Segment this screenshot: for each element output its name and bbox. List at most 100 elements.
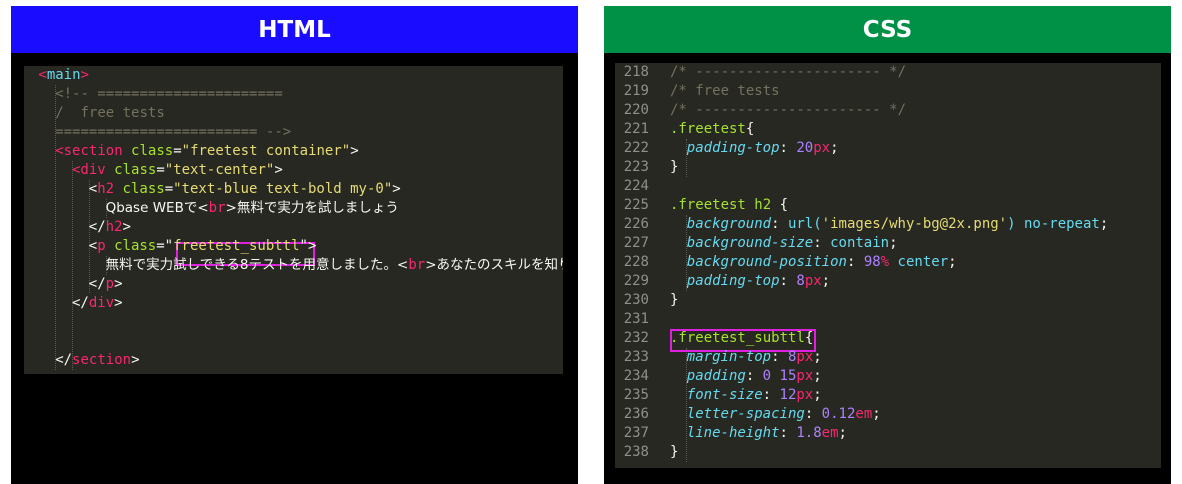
code-line: /* free tests <box>670 82 780 101</box>
code-token: "> <box>299 238 317 254</box>
code-token: ; <box>830 140 839 156</box>
code-token: </ <box>88 219 106 235</box>
code-token: = <box>164 181 174 197</box>
code-token: br <box>208 200 226 216</box>
code-token: =" <box>156 238 174 254</box>
code-token: 20 <box>796 140 814 156</box>
code-token: main <box>46 67 81 83</box>
code-token: em <box>855 406 873 422</box>
code-token: "freetest container" <box>181 143 351 159</box>
code-token: font-size <box>686 387 763 403</box>
line-number: 224 <box>623 178 649 194</box>
code-token: ; <box>813 349 822 365</box>
code-token: /* ---------------------- */ <box>670 64 907 80</box>
css-panel-header: CSS <box>604 6 1171 53</box>
code-token: div <box>88 295 115 311</box>
code-token: > <box>122 219 131 235</box>
code-token: < <box>88 238 98 254</box>
code-token: = <box>156 162 165 178</box>
code-line: font-size: 12px; <box>687 386 822 405</box>
code-token: 98 <box>863 254 881 270</box>
code-token: <section <box>55 143 132 159</box>
code-token: 'images/why-bg@2x.png' <box>821 216 1008 232</box>
line-number: 222 <box>623 140 649 156</box>
code-token: ; <box>1099 216 1109 232</box>
code-token: class <box>122 181 165 197</box>
html-panel-header: HTML <box>11 6 578 53</box>
code-token: : <box>846 254 864 270</box>
code-token: <!-- ====================== <box>55 86 283 102</box>
code-token: class <box>114 162 157 178</box>
html-code-block: <main> <!-- ====================== / free … <box>24 66 563 374</box>
code-token: : <box>779 140 797 156</box>
code-line: /* ---------------------- */ <box>670 63 906 82</box>
code-line: background-position: 98% center; <box>687 253 957 272</box>
code-token: "text-center" <box>164 162 275 178</box>
code-token: p <box>105 276 115 292</box>
code-token: </ <box>72 295 89 311</box>
code-line: letter-spacing: 0.12em; <box>687 405 881 424</box>
code-token: h2 <box>105 219 123 235</box>
line-number: 232 <box>623 330 649 346</box>
code-token: px <box>813 140 831 156</box>
code-line: .freetest{ <box>670 120 754 139</box>
code-line: } <box>670 291 678 310</box>
code-line: margin-top: 8px; <box>687 348 822 367</box>
line-number: 226 <box>623 216 649 232</box>
code-line: <!-- ====================== <box>55 85 283 104</box>
code-token: : <box>771 216 788 232</box>
code-token: </ <box>88 276 106 292</box>
code-token: ======================== --> <box>55 124 292 140</box>
code-token: background <box>686 216 772 232</box>
code-token: >無料で実力を試しましょう <box>225 200 399 216</box>
code-token: { <box>804 330 814 346</box>
code-token: { <box>745 121 755 137</box>
code-token: <div <box>72 162 115 178</box>
code-token: : <box>779 425 797 441</box>
line-number: 223 <box>623 159 649 175</box>
code-token: : <box>779 273 797 289</box>
code-token: "text-blue text-bold my-0" <box>173 181 393 197</box>
line-number: 237 <box>623 425 649 441</box>
code-token: no-repeat <box>1023 216 1100 232</box>
code-token: } <box>670 159 679 175</box>
code-line: <section class="freetest container"> <box>55 142 358 161</box>
code-line: Qbase WEBで<br>無料で実力を試しましょう <box>106 199 399 218</box>
code-line: background: url('images/why-bg@2x.png') … <box>687 215 1108 234</box>
code-token: ; <box>821 273 831 289</box>
code-token: p <box>97 238 115 254</box>
code-token: > <box>114 276 123 292</box>
code-line: } <box>670 158 678 177</box>
code-token: /* free tests <box>670 83 780 99</box>
code-token: line-height <box>686 425 780 441</box>
line-number: 233 <box>623 349 649 365</box>
css-panel: CSS 218 /* ---------------------- */ 219 /*… <box>604 6 1171 484</box>
code-token: Qbase WEBで< <box>105 200 209 216</box>
code-token: ; <box>889 235 898 251</box>
code-line: padding-top: 20px; <box>687 139 839 158</box>
code-token: ) <box>1007 216 1016 232</box>
code-token: < <box>88 181 98 197</box>
code-token: } <box>670 444 679 460</box>
code-token: > <box>350 143 359 159</box>
code-token: 12 <box>779 387 797 403</box>
code-line: .freetest h2 { <box>670 196 788 215</box>
code-token: px <box>796 349 814 365</box>
css-code-block: 218 /* ---------------------- */ 219 /* fre… <box>615 63 1161 468</box>
code-token: contain <box>830 235 890 251</box>
line-number: 227 <box>623 235 649 251</box>
code-token: } <box>670 292 679 308</box>
code-token: ; <box>813 387 822 403</box>
code-token: { <box>779 197 789 213</box>
code-line: ======================== --> <box>55 123 291 142</box>
code-token: px <box>796 387 814 403</box>
code-line: padding: 0 15px; <box>687 367 822 386</box>
line-number: 234 <box>623 368 649 384</box>
code-token: : <box>804 406 822 422</box>
code-token: class <box>114 238 157 254</box>
line-number: 235 <box>623 387 649 403</box>
line-number: 236 <box>623 406 649 422</box>
code-token: background-size <box>686 235 814 251</box>
code-line: } <box>670 443 678 462</box>
